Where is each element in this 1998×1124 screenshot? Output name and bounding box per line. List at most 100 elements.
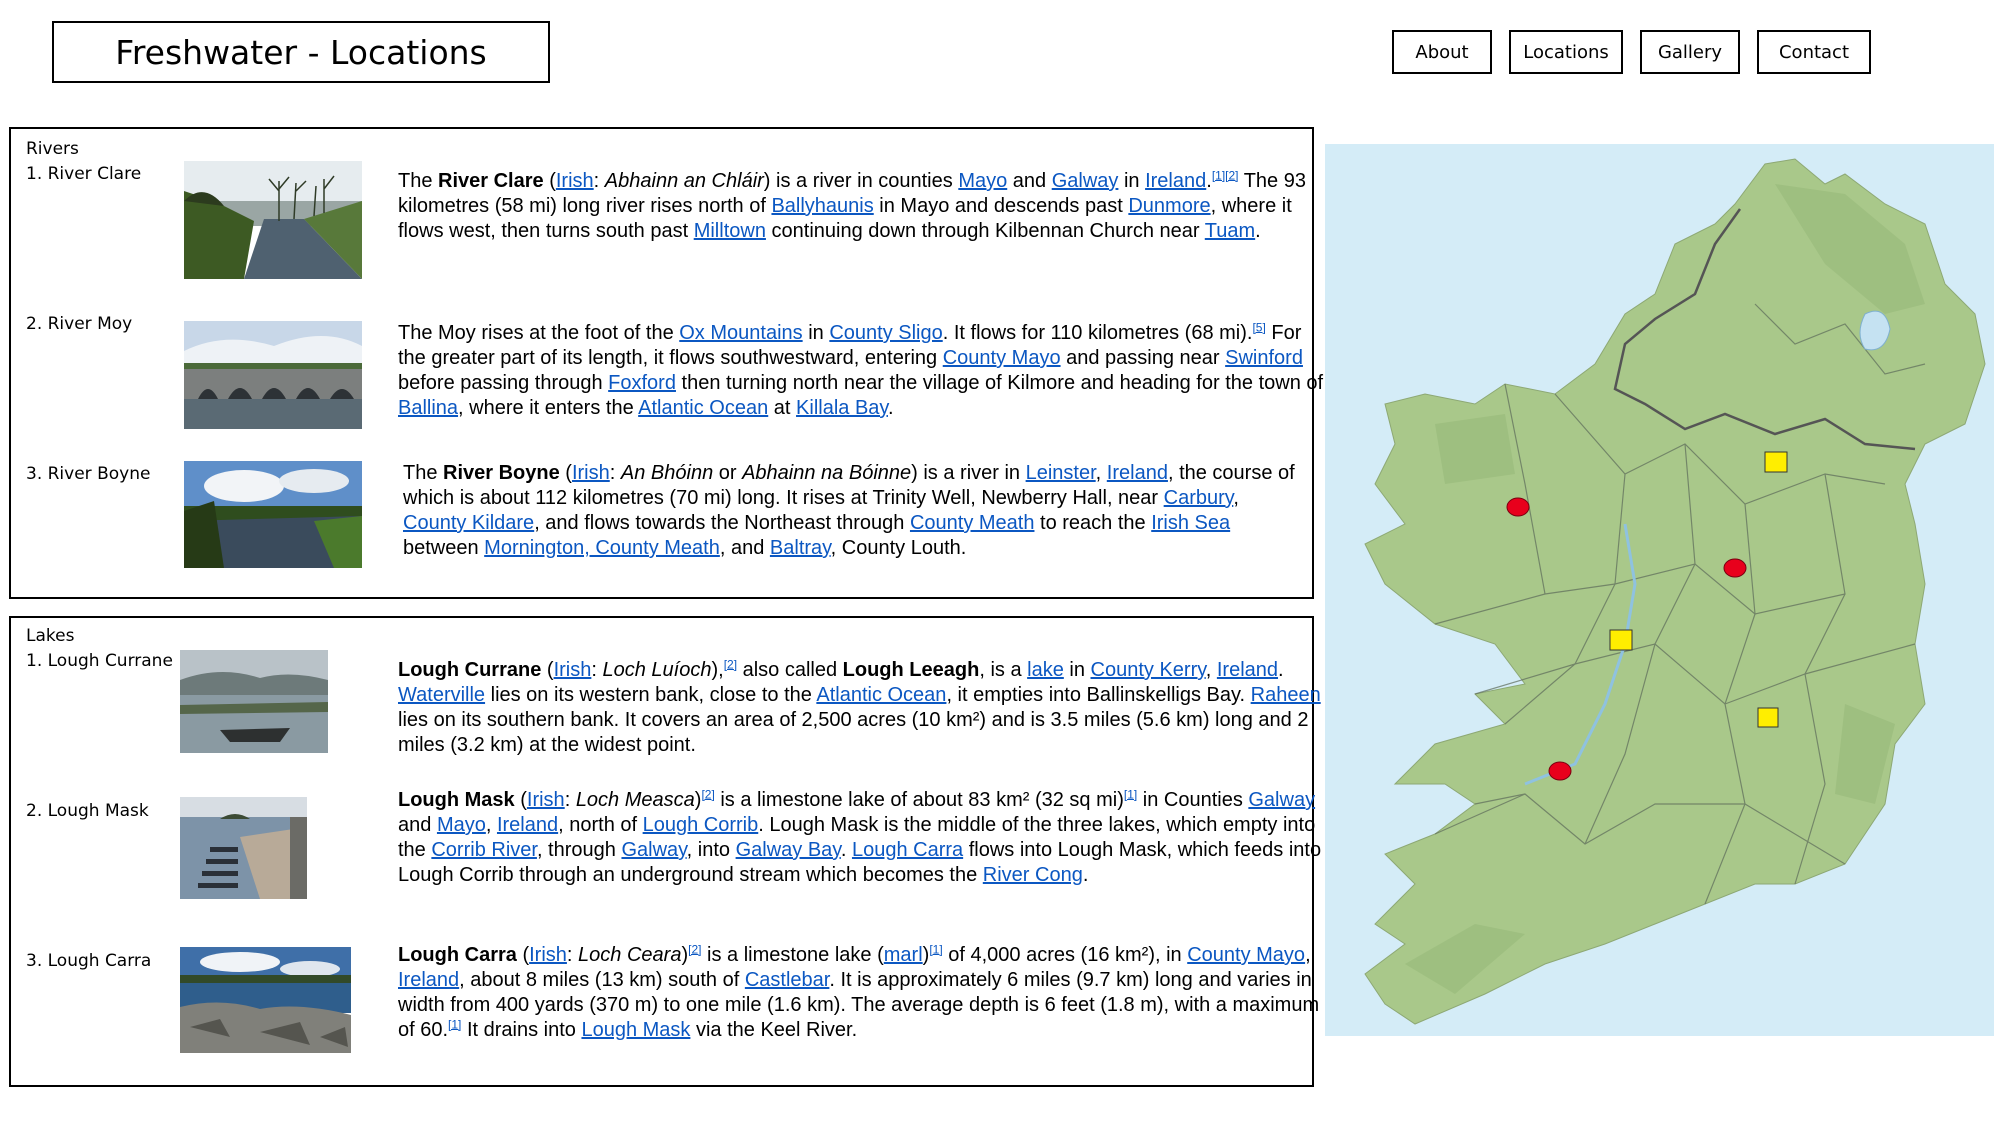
citation: [1]	[448, 1017, 461, 1031]
text: and passing near	[1060, 347, 1226, 369]
bold-text: River Clare	[438, 170, 544, 192]
wiki-link[interactable]: Lough Corrib	[643, 814, 759, 836]
wiki-link[interactable]: marl	[884, 944, 923, 966]
wiki-link[interactable]: Galway	[1052, 170, 1119, 192]
text: ,	[485, 814, 497, 836]
wiki-link[interactable]: Raheen	[1251, 684, 1321, 706]
bold-text: River Boyne	[443, 462, 560, 484]
text: and	[398, 814, 437, 836]
text: in	[1063, 659, 1091, 681]
nav-locations-button[interactable]: Locations	[1509, 30, 1623, 74]
wiki-link[interactable]: Corrib River	[431, 839, 537, 861]
wiki-link[interactable]: Mornington, County Meath	[484, 537, 720, 559]
page-title: Freshwater - Locations	[52, 21, 550, 83]
lake-marker-mask	[1609, 629, 1633, 651]
citation-link[interactable]: [2]	[724, 657, 737, 671]
text: in	[802, 322, 830, 344]
wiki-link[interactable]: County Sligo	[829, 322, 942, 344]
wiki-link[interactable]: Ballina	[398, 397, 458, 419]
citation-link[interactable]: [5]	[1252, 320, 1265, 334]
citation-link[interactable]: [1]	[929, 942, 942, 956]
wiki-link[interactable]: Atlantic Ocean	[638, 397, 768, 419]
wiki-link[interactable]: County Meath	[910, 512, 1035, 534]
wiki-link[interactable]: County Kerry	[1091, 659, 1206, 681]
wiki-link[interactable]: Irish	[572, 462, 610, 484]
wiki-link[interactable]: Foxford	[608, 372, 676, 394]
river-clare-photo	[184, 161, 362, 279]
river-marker-moy	[1506, 497, 1530, 517]
wiki-link[interactable]: Dunmore	[1128, 195, 1210, 217]
wiki-link[interactable]: Ireland	[398, 969, 459, 991]
citation-link[interactable]: [1]	[1124, 787, 1137, 801]
wiki-link[interactable]: Irish	[556, 170, 594, 192]
wiki-link[interactable]: Mayo	[437, 814, 486, 836]
lough-currane-description: Lough Currane (Irish: Loch Luíoch),[2] a…	[398, 658, 1323, 758]
nav-contact-button[interactable]: Contact	[1757, 30, 1871, 74]
text: (	[541, 659, 554, 681]
text: The	[398, 170, 439, 192]
bold-text: Lough Carra	[398, 944, 517, 966]
citation-link[interactable]: [1]	[448, 1017, 461, 1031]
wiki-link[interactable]: Galway	[621, 839, 686, 861]
text: at	[768, 397, 797, 419]
text: to reach the	[1034, 512, 1152, 534]
wiki-link[interactable]: Ox Mountains	[679, 322, 802, 344]
wiki-link[interactable]: River Cong	[983, 864, 1083, 886]
wiki-link[interactable]: Lough Carra	[852, 839, 963, 861]
river-clare-label: 1. River Clare	[26, 164, 142, 184]
wiki-link[interactable]: Ireland	[1145, 170, 1206, 192]
wiki-link[interactable]: County Kildare	[403, 512, 534, 534]
wiki-link[interactable]: Milltown	[694, 220, 766, 242]
citation-link[interactable]: [2]	[701, 787, 714, 801]
text: , north of	[558, 814, 643, 836]
river-boyne-photo	[184, 461, 362, 568]
text: in Mayo and descends past	[873, 195, 1129, 217]
wiki-link[interactable]: Killala Bay	[796, 397, 888, 419]
wiki-link[interactable]: County Mayo	[1187, 944, 1305, 966]
lake-marker-currane	[1757, 707, 1779, 728]
text: (	[516, 944, 530, 966]
wiki-link[interactable]: Carbury	[1164, 487, 1234, 509]
wiki-link[interactable]: Ireland	[1107, 462, 1168, 484]
bold-text: Lough Leeagh	[842, 659, 980, 681]
nav-gallery-button[interactable]: Gallery	[1640, 30, 1740, 74]
wiki-link[interactable]: Baltray	[770, 537, 831, 559]
wiki-link[interactable]: Galway	[1248, 789, 1315, 811]
wiki-link[interactable]: Irish	[554, 659, 592, 681]
wiki-link[interactable]: Swinford	[1225, 347, 1303, 369]
wiki-link[interactable]: Ballyhaunis	[771, 195, 873, 217]
lough-mask-label: 2. Lough Mask	[26, 801, 149, 821]
text: (	[543, 170, 556, 192]
rivers-panel: Rivers 1. River Clare The River Clare (I…	[9, 127, 1323, 599]
wiki-link[interactable]: Ireland	[497, 814, 558, 836]
citation-link[interactable]: [1][2]	[1212, 168, 1239, 182]
wiki-link[interactable]: Tuam	[1205, 220, 1255, 242]
wiki-link[interactable]: Leinster	[1026, 462, 1096, 484]
text: , through	[536, 839, 622, 861]
wiki-link[interactable]: Irish	[529, 944, 567, 966]
citation-link[interactable]: [2]	[688, 942, 701, 956]
text: , is a	[979, 659, 1028, 681]
river-boyne-label: 3. River Boyne	[26, 464, 151, 484]
text: , and flows towards the Northeast throug…	[534, 512, 910, 534]
wiki-link[interactable]: Lough Mask	[581, 1019, 690, 1041]
text: , it empties into Ballinskelligs Bay.	[946, 684, 1251, 706]
italic-text: Loch Ceara	[578, 944, 682, 966]
lough-mask-description: Lough Mask (Irish: Loch Measca)[2] is a …	[398, 788, 1323, 888]
lake-marker-carra	[1764, 451, 1788, 473]
nav-about-button[interactable]: About	[1392, 30, 1492, 74]
wiki-link[interactable]: Irish	[527, 789, 565, 811]
wiki-link[interactable]: Mayo	[958, 170, 1007, 192]
text: .	[840, 839, 852, 861]
wiki-link[interactable]: Waterville	[398, 684, 485, 706]
wiki-link[interactable]: Ireland	[1217, 659, 1278, 681]
text: , about 8 miles (13 km) south of	[459, 969, 745, 991]
wiki-link[interactable]: lake	[1027, 659, 1064, 681]
wiki-link[interactable]: Irish Sea	[1151, 512, 1230, 534]
wiki-link[interactable]: Galway Bay	[736, 839, 841, 861]
wiki-link[interactable]: County Mayo	[943, 347, 1061, 369]
wiki-link[interactable]: Atlantic Ocean	[816, 684, 946, 706]
text: , County Louth.	[830, 537, 967, 559]
river-marker-clare	[1548, 761, 1572, 781]
wiki-link[interactable]: Castlebar	[745, 969, 830, 991]
